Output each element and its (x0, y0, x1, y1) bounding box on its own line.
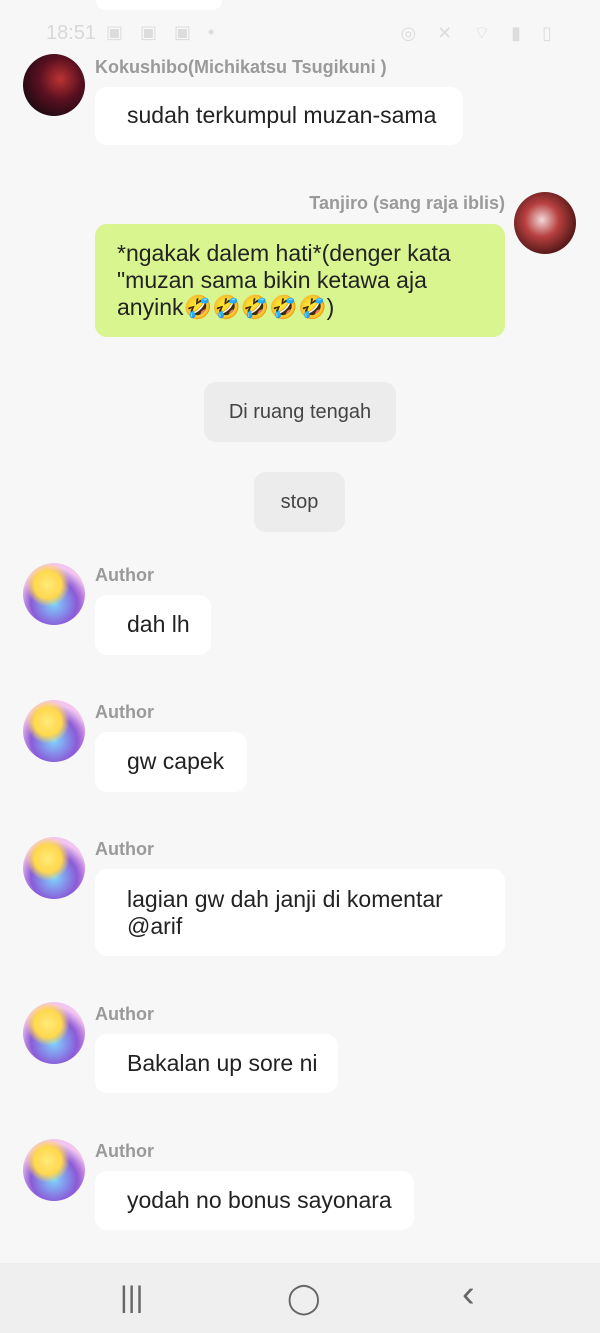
sender-name: Kokushibo(Michikatsu Tsugikuni ) (95, 57, 387, 77)
avatar-tanjiro[interactable] (514, 192, 576, 254)
sender-name: Author (95, 565, 154, 585)
message-bubble[interactable]: Bakalan up sore ni (95, 1034, 338, 1093)
message-text: *ngakak dalem hati*(denger kata "muzan s… (117, 240, 451, 320)
back-icon[interactable]: ‹ (462, 1273, 475, 1316)
sender-name: Author (95, 1141, 154, 1161)
sender-name: Author (95, 839, 154, 859)
narration-text: Di ruang tengah (228, 401, 372, 423)
recents-icon[interactable]: ||| (120, 1281, 143, 1315)
narration-pill[interactable]: stop (254, 472, 345, 532)
narration-text: stop (280, 491, 319, 513)
narration-pill[interactable]: Di ruang tengah (204, 382, 396, 442)
previous-message-bubble (96, 0, 222, 10)
message-text: yodah no bonus sayonara (127, 1187, 392, 1213)
sender-name: Author (95, 1004, 154, 1024)
message-text: Bakalan up sore ni (127, 1050, 318, 1076)
avatar-author[interactable] (23, 837, 85, 899)
message-text: lagian gw dah janji di komentar @arif (127, 886, 443, 939)
message-bubble[interactable]: lagian gw dah janji di komentar @arif (95, 869, 505, 956)
home-icon[interactable]: ◯ (287, 1281, 321, 1316)
notification-icons: ▣ ▣ ▣ • (106, 22, 221, 42)
avatar-author[interactable] (23, 1139, 85, 1201)
message-bubble[interactable]: yodah no bonus sayonara (95, 1171, 414, 1230)
message-text: gw capek (127, 748, 225, 774)
sender-name: Author (95, 702, 154, 722)
avatar-author[interactable] (23, 1002, 85, 1064)
sender-name: Tanjiro (sang raja iblis) (309, 193, 505, 213)
message-bubble[interactable]: gw capek (95, 732, 247, 792)
navigation-bar: ||| ◯ ‹ (0, 1263, 600, 1333)
message-text: sudah terkumpul muzan-sama (127, 102, 437, 128)
avatar-author[interactable] (23, 563, 85, 625)
message-text: dah lh (127, 611, 190, 637)
status-time: 18:51 (46, 22, 97, 44)
own-message-bubble[interactable]: *ngakak dalem hati*(denger kata "muzan s… (95, 224, 505, 337)
message-bubble[interactable]: sudah terkumpul muzan-sama (95, 87, 463, 145)
message-bubble[interactable]: dah lh (95, 595, 211, 655)
avatar-author[interactable] (23, 700, 85, 762)
system-status-icons: ◎ ✕ ⌔ ▮ ▯ (400, 23, 560, 43)
avatar-kokushibo[interactable] (23, 54, 85, 116)
